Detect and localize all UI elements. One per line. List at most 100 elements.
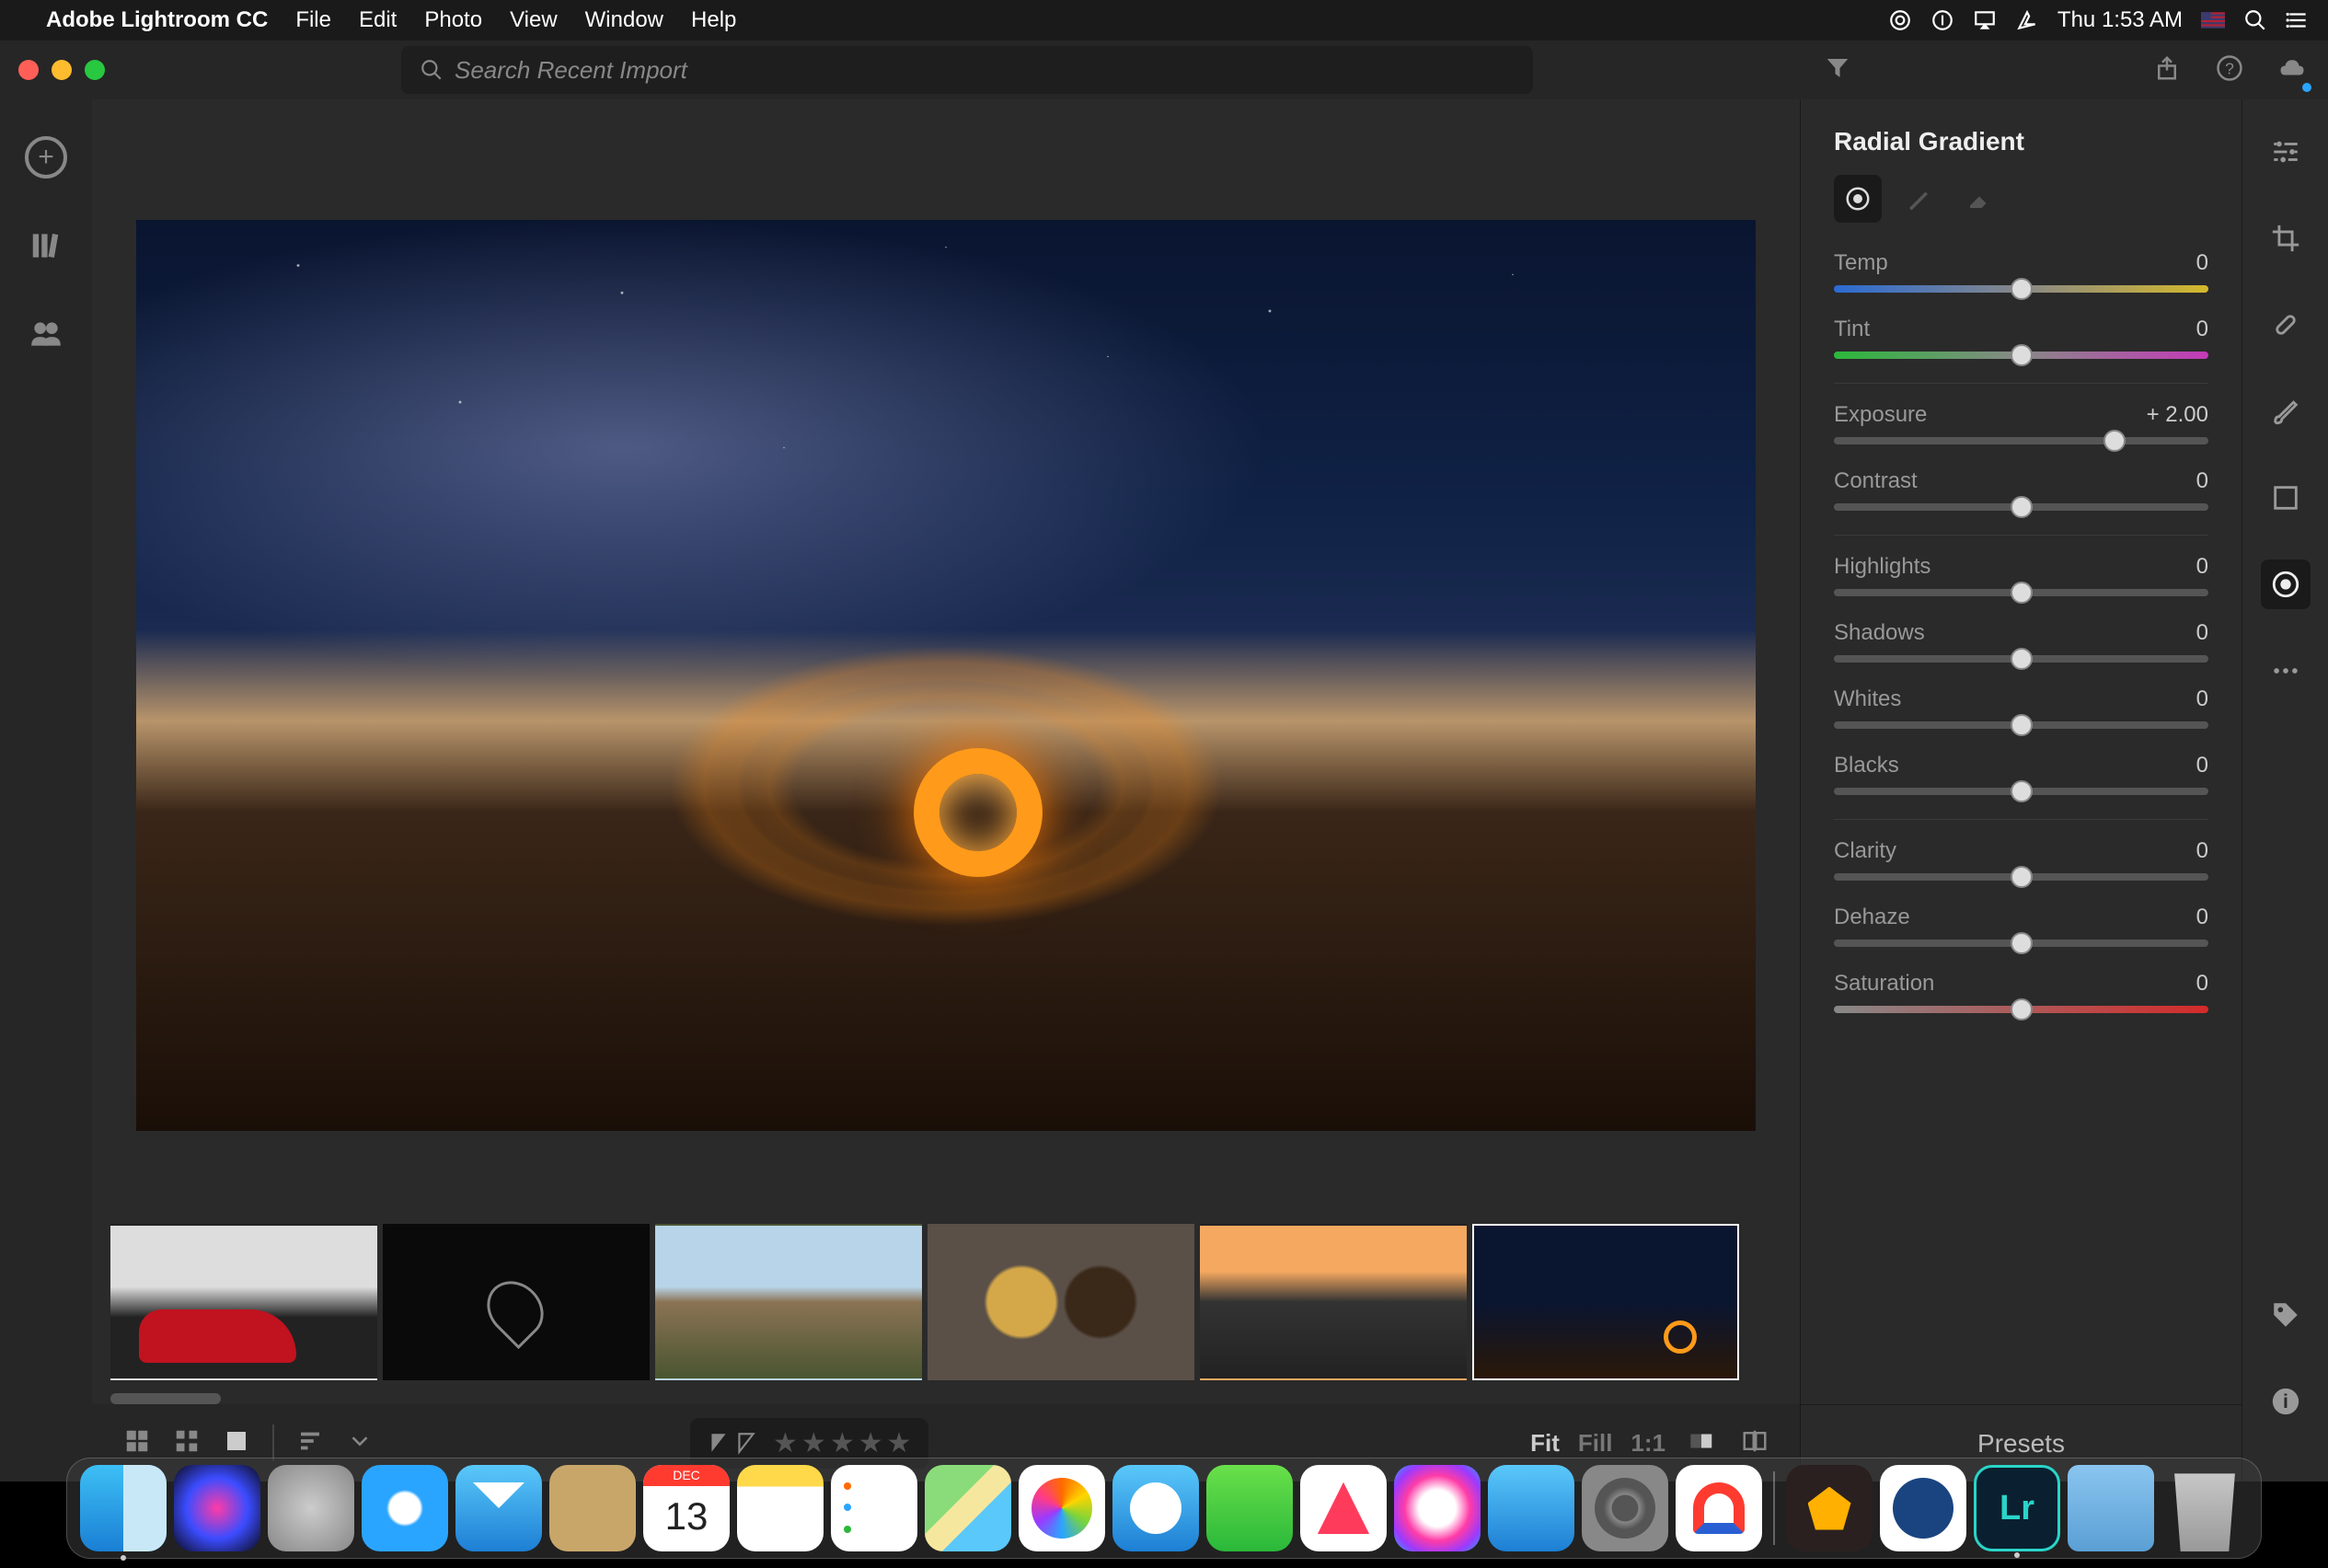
slider-whites[interactable]: Whites0 <box>1834 686 2208 729</box>
slider-thumb[interactable] <box>2011 932 2033 954</box>
app-name[interactable]: Adobe Lightroom CC <box>46 7 268 33</box>
spotlight-icon[interactable] <box>2243 8 2267 32</box>
star-4[interactable]: ★ <box>859 1427 883 1459</box>
dock-preferences[interactable] <box>1582 1465 1668 1551</box>
slider-dehaze[interactable]: Dehaze0 <box>1834 905 2208 947</box>
slider-track[interactable] <box>1834 873 2208 881</box>
slider-exposure[interactable]: Exposure+ 2.00 <box>1834 402 2208 444</box>
photo-canvas[interactable] <box>92 99 1800 1224</box>
dock-mail[interactable] <box>455 1465 542 1551</box>
dock-facetime[interactable] <box>1206 1465 1293 1551</box>
crop-tool[interactable] <box>2261 213 2311 263</box>
dock-1password[interactable] <box>1880 1465 1966 1551</box>
star-1[interactable]: ★ <box>773 1427 798 1459</box>
flag-icon[interactable] <box>2201 8 2225 32</box>
dock-contacts[interactable] <box>549 1465 636 1551</box>
slider-thumb[interactable] <box>2011 496 2033 518</box>
slider-track[interactable] <box>1834 788 2208 795</box>
dock-calendar[interactable]: DEC13 <box>643 1465 730 1551</box>
dock-trash[interactable] <box>2161 1465 2248 1551</box>
thumbnail[interactable] <box>655 1224 922 1380</box>
mask-eraser-button[interactable] <box>1955 175 2003 223</box>
help-button[interactable]: ? <box>2212 51 2247 90</box>
slider-track[interactable] <box>1834 503 2208 511</box>
thumbnail[interactable] <box>383 1224 650 1380</box>
clock[interactable]: Thu 1:53 AM <box>2057 7 2183 33</box>
dock-lightroom[interactable]: Lr <box>1974 1465 2060 1551</box>
radial-gradient-tool[interactable] <box>2261 559 2311 609</box>
dock-safari[interactable] <box>362 1465 448 1551</box>
dock-itunes[interactable] <box>1394 1465 1481 1551</box>
share-button[interactable] <box>2149 51 2184 90</box>
dock-news[interactable] <box>1300 1465 1387 1551</box>
dock-appstore[interactable] <box>1488 1465 1574 1551</box>
menu-view[interactable]: View <box>510 7 558 33</box>
slider-thumb[interactable] <box>2011 780 2033 802</box>
add-photos-button[interactable]: + <box>25 136 67 179</box>
cloud-sync-button[interactable] <box>2275 51 2310 90</box>
keywords-tool[interactable] <box>2261 1290 2311 1340</box>
minimize-button[interactable] <box>52 60 72 80</box>
menu-window[interactable]: Window <box>585 7 663 33</box>
filter-button[interactable] <box>1820 51 1855 90</box>
slider-blacks[interactable]: Blacks0 <box>1834 753 2208 795</box>
zoom-1to1[interactable]: 1:1 <box>1631 1429 1665 1458</box>
more-tools[interactable] <box>2261 646 2311 696</box>
thumbnail[interactable] <box>110 1224 377 1380</box>
mask-brush-button[interactable] <box>1895 175 1942 223</box>
star-5[interactable]: ★ <box>887 1427 912 1459</box>
star-2[interactable]: ★ <box>801 1427 826 1459</box>
thumbnail[interactable] <box>928 1224 1194 1380</box>
slider-highlights[interactable]: Highlights0 <box>1834 554 2208 596</box>
mask-new-button[interactable] <box>1834 175 1882 223</box>
airplay-icon[interactable] <box>1973 8 1997 32</box>
my-photos-button[interactable] <box>25 225 67 267</box>
star-3[interactable]: ★ <box>830 1427 855 1459</box>
slider-thumb[interactable] <box>2011 344 2033 366</box>
dock-siri[interactable] <box>174 1465 260 1551</box>
slider-shadows[interactable]: Shadows0 <box>1834 620 2208 663</box>
slider-tint[interactable]: Tint0 <box>1834 317 2208 359</box>
dock-photos[interactable] <box>1019 1465 1105 1551</box>
sharing-button[interactable] <box>25 313 67 355</box>
dock-reminders[interactable] <box>831 1465 917 1551</box>
slider-thumb[interactable] <box>2011 278 2033 300</box>
slider-saturation[interactable]: Saturation0 <box>1834 971 2208 1013</box>
info-tool[interactable]: i <box>2261 1377 2311 1426</box>
menu-edit[interactable]: Edit <box>359 7 397 33</box>
slider-thumb[interactable] <box>2103 430 2126 452</box>
slider-thumb[interactable] <box>2011 714 2033 736</box>
heal-tool[interactable] <box>2261 300 2311 350</box>
status-icon[interactable] <box>1930 8 1954 32</box>
filmstrip-scrollbar[interactable] <box>110 1393 221 1404</box>
dock-launchpad[interactable] <box>268 1465 354 1551</box>
slider-thumb[interactable] <box>2011 582 2033 604</box>
zoom-fit[interactable]: Fit <box>1530 1429 1560 1458</box>
close-button[interactable] <box>18 60 39 80</box>
thumbnail-partial[interactable] <box>1745 1224 1781 1380</box>
edit-tool[interactable] <box>2261 127 2311 177</box>
menu-help[interactable]: Help <box>691 7 736 33</box>
zoom-button[interactable] <box>85 60 105 80</box>
dock-notes[interactable] <box>737 1465 824 1551</box>
dock-imovie[interactable] <box>1786 1465 1873 1551</box>
thumbnail[interactable] <box>1200 1224 1467 1380</box>
slider-track[interactable] <box>1834 285 2208 293</box>
slider-clarity[interactable]: Clarity0 <box>1834 838 2208 881</box>
slider-track[interactable] <box>1834 721 2208 729</box>
dock-downloads[interactable] <box>2068 1465 2154 1551</box>
flag-reject-icon[interactable] <box>734 1431 758 1455</box>
dock-finder[interactable] <box>80 1465 167 1551</box>
linear-gradient-tool[interactable] <box>2261 473 2311 523</box>
menubar-app-icon[interactable] <box>2015 8 2039 32</box>
slider-track[interactable] <box>1834 352 2208 359</box>
dock-maps[interactable] <box>925 1465 1011 1551</box>
menu-file[interactable]: File <box>295 7 331 33</box>
dock-magnet[interactable] <box>1676 1465 1762 1551</box>
thumbnail-selected[interactable] <box>1472 1224 1739 1380</box>
slider-thumb[interactable] <box>2011 866 2033 888</box>
slider-track[interactable] <box>1834 1006 2208 1013</box>
cc-icon[interactable] <box>1888 8 1912 32</box>
flag-pick-icon[interactable] <box>707 1431 731 1455</box>
slider-contrast[interactable]: Contrast0 <box>1834 468 2208 511</box>
